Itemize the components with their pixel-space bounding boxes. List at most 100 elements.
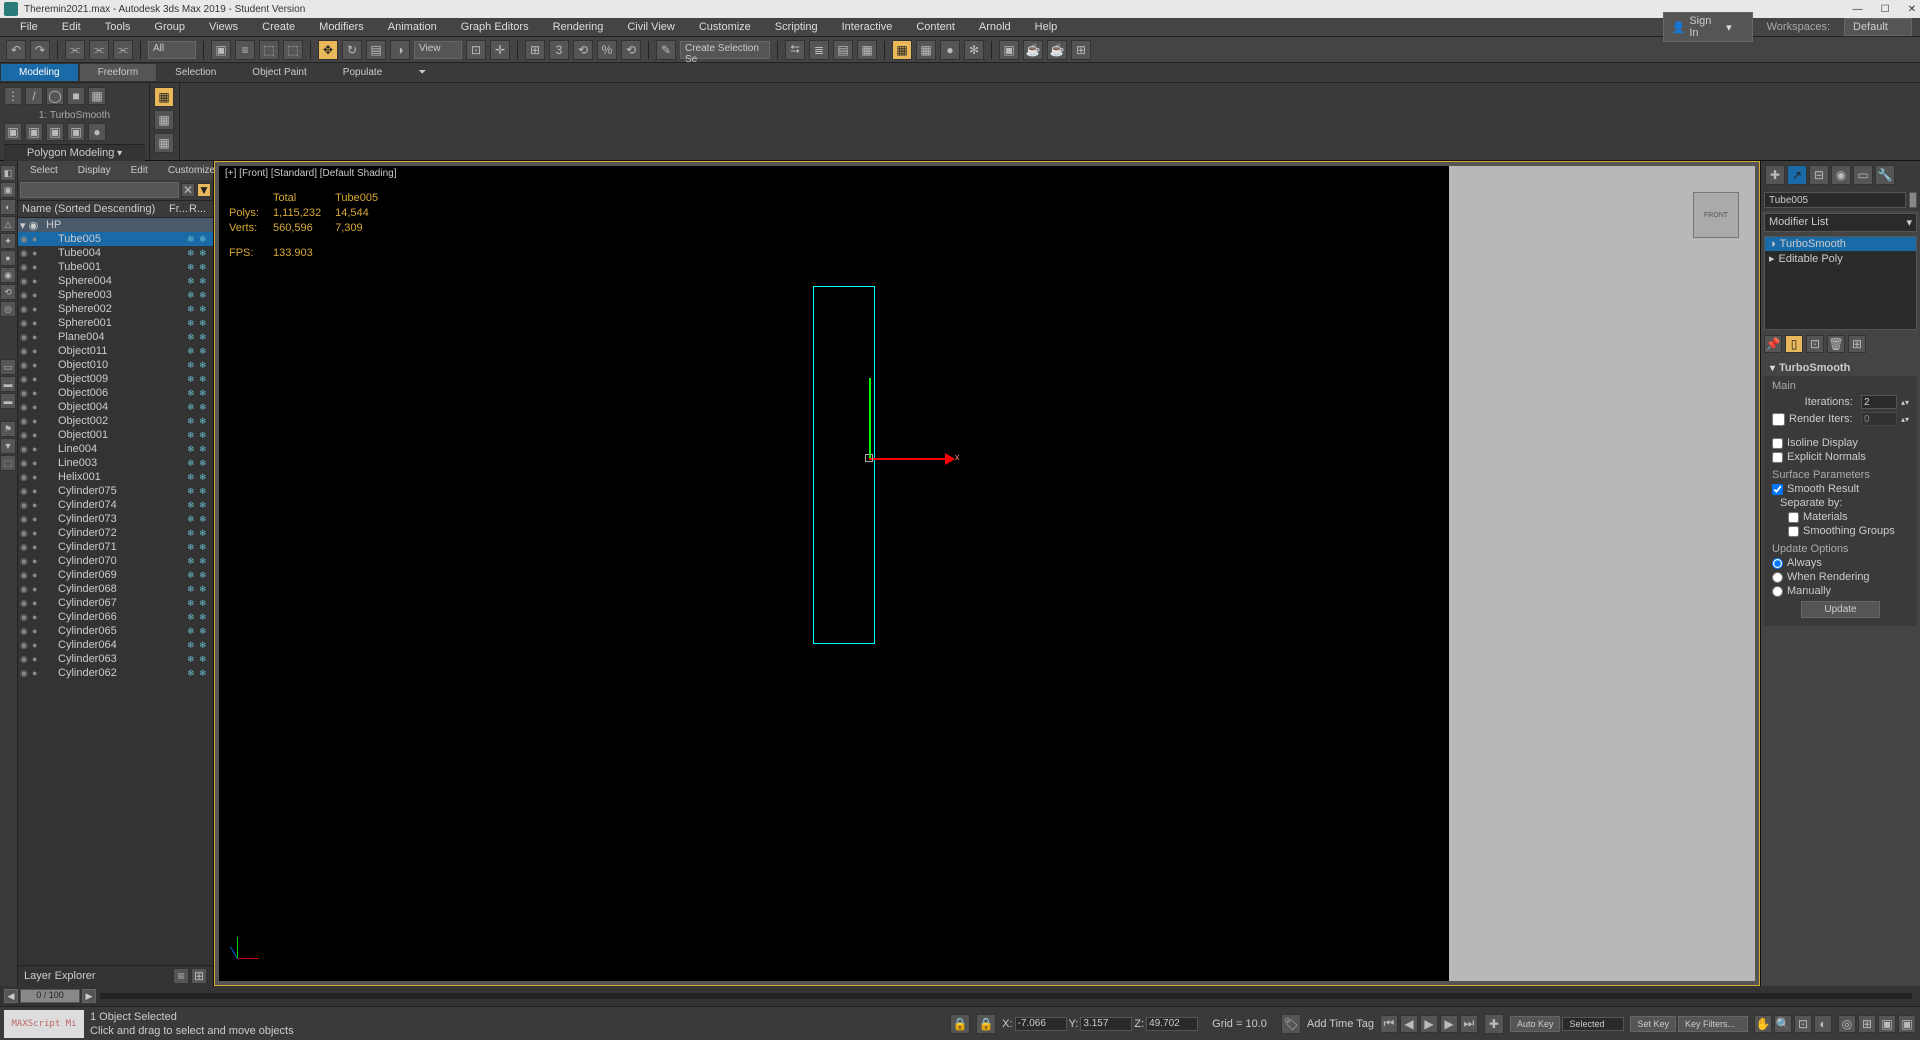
element-icon[interactable]: ▦ [88,87,106,105]
menu-help[interactable]: Help [1023,19,1070,35]
menu-group[interactable]: Group [142,19,197,35]
lv-10[interactable]: ▭ [0,359,16,375]
ribbon-tab-objectpaint[interactable]: Object Paint [234,64,324,81]
stack-pin-icon[interactable]: 📌 [1764,335,1782,353]
menu-grapheditors[interactable]: Graph Editors [449,19,541,35]
render-last-button[interactable]: ☕ [1047,40,1067,60]
zoom-icon[interactable]: 🔍 [1774,1015,1792,1033]
viewcube[interactable]: FRONT [1693,192,1739,238]
menu-scripting[interactable]: Scripting [763,19,830,35]
menu-customize[interactable]: Customize [687,19,763,35]
prev-frame-icon[interactable]: ◀ [1400,1015,1418,1033]
rb-4[interactable]: ▣ [67,123,85,141]
keymode-dropdown[interactable]: Selected [1562,1017,1624,1031]
scale-button[interactable]: ▤ [366,40,386,60]
namedselset-button[interactable]: ✎ [656,40,676,60]
select-name-button[interactable]: ≡ [235,40,255,60]
ribbon-tab-freeform[interactable]: Freeform [79,63,158,82]
scene-search-input[interactable] [20,182,179,198]
lv-3[interactable]: ◐ [0,199,16,215]
lv-1[interactable]: ◧ [0,165,16,181]
scene-item[interactable]: ◉●Object009❄❄ [18,372,213,386]
material-editor-button[interactable]: ● [940,40,960,60]
scene-item[interactable]: ◉●Tube001❄❄ [18,260,213,274]
render-setup-button[interactable]: ✻ [964,40,984,60]
menu-animation[interactable]: Animation [376,19,449,35]
update-button[interactable]: Update [1801,601,1879,618]
rb-side-1[interactable]: ▦ [154,87,174,107]
stack-turbosmooth[interactable]: ◑TurboSmooth [1765,237,1916,251]
isoline-checkbox[interactable] [1772,438,1783,449]
scene-root-row[interactable]: ▾ ◉HP [18,218,213,232]
scene-filter-button[interactable]: ▼ [197,183,211,197]
explicitn-checkbox[interactable] [1772,452,1783,463]
ribbon-tab-selection[interactable]: Selection [157,64,234,81]
scene-item[interactable]: ◉●Cylinder067❄❄ [18,596,213,610]
scene-item[interactable]: ◉●Tube005❄❄ [18,232,213,246]
spinnersnap-button[interactable]: ⟲ [621,40,641,60]
scene-menu-select[interactable]: Select [20,163,68,178]
ribbon-footer[interactable]: Polygon Modeling ▾ [4,144,145,161]
object-name-input[interactable] [1764,192,1906,208]
scene-item[interactable]: ◉●Tube004❄❄ [18,246,213,260]
scene-item[interactable]: ◉●Cylinder064❄❄ [18,638,213,652]
play-icon[interactable]: ▶ [1420,1015,1438,1033]
menu-file[interactable]: File [8,19,50,35]
render-a360-button[interactable]: ⊞ [1071,40,1091,60]
menu-rendering[interactable]: Rendering [541,19,616,35]
manip-button[interactable]: ✛ [490,40,510,60]
menu-content[interactable]: Content [904,19,967,35]
minview-icon[interactable]: ▣ [1898,1015,1916,1033]
stack-remove-icon[interactable]: 🗑 [1827,335,1845,353]
lv-6[interactable]: ● [0,250,16,266]
scene-item[interactable]: ◉●Cylinder066❄❄ [18,610,213,624]
snap-button[interactable]: ⊞ [525,40,545,60]
whenrendering-radio[interactable] [1772,572,1783,583]
scene-item[interactable]: ◉●Cylinder074❄❄ [18,498,213,512]
manually-radio[interactable] [1772,586,1783,597]
scene-header[interactable]: Name (Sorted Descending) Fr... R... [18,201,213,218]
maxview-icon[interactable]: ▣ [1878,1015,1896,1033]
pan-icon[interactable]: ✋ [1754,1015,1772,1033]
ribbon-tab-populate[interactable]: Populate [325,64,400,81]
lv-7[interactable]: ◉ [0,267,16,283]
scene-item[interactable]: ◉●Sphere002❄❄ [18,302,213,316]
iterations-input[interactable] [1861,395,1897,409]
stack-config-icon[interactable]: ⊞ [1848,335,1866,353]
lock-icon[interactable]: 🔒 [950,1014,970,1034]
rb-side-2[interactable]: ▦ [154,110,174,130]
rollout-header[interactable]: ▾ TurboSmooth [1764,360,1917,376]
x-input[interactable] [1015,1017,1067,1031]
timetag-icon[interactable]: 🏷 [1281,1014,1301,1034]
redo-button[interactable]: ↷ [30,40,50,60]
keyfilters-button[interactable]: Key Filters... [1678,1016,1748,1032]
render-frame-button[interactable]: ▣ [999,40,1019,60]
scene-tree[interactable]: ▾ ◉HP ◉●Tube005❄❄◉●Tube004❄❄◉●Tube001❄❄ ◉… [18,218,213,965]
bind-button[interactable]: ⫘ [113,40,133,60]
scene-item[interactable]: ◉●Object001❄❄ [18,428,213,442]
menu-views[interactable]: Views [197,19,250,35]
pivot-button[interactable]: ⊡ [466,40,486,60]
mirror-button[interactable]: ⮀ [785,40,805,60]
scene-item[interactable]: ◉●Sphere003❄❄ [18,288,213,302]
scene-item[interactable]: ◉●Cylinder070❄❄ [18,554,213,568]
rb-5[interactable]: ● [88,123,106,141]
menu-arnold[interactable]: Arnold [967,19,1023,35]
scene-item[interactable]: ◉●Cylinder065❄❄ [18,624,213,638]
scene-item[interactable]: ◉●Cylinder071❄❄ [18,540,213,554]
cp-display-icon[interactable]: ▭ [1853,165,1873,185]
namedselset-dropdown[interactable]: Create Selection Se [680,41,770,59]
percentsnap-button[interactable]: % [597,40,617,60]
ribbon-toggle[interactable]: ⏷ [400,64,444,81]
scene-item[interactable]: ◉●Object011❄❄ [18,344,213,358]
menu-civilview[interactable]: Civil View [615,19,686,35]
isolock-icon[interactable]: 🔒 [976,1014,996,1034]
scene-item[interactable]: ◉●Helix001❄❄ [18,470,213,484]
lv-4[interactable]: △ [0,216,16,232]
viewport-label[interactable]: [+] [Front] [Standard] [Default Shading] [225,168,397,179]
schematic-button[interactable]: ▦ [916,40,936,60]
render-button[interactable]: ☕ [1023,40,1043,60]
lv-14[interactable]: ▼ [0,438,16,454]
vertex-icon[interactable]: ⋮ [4,87,22,105]
goto-start-icon[interactable]: ⏮ [1380,1015,1398,1033]
